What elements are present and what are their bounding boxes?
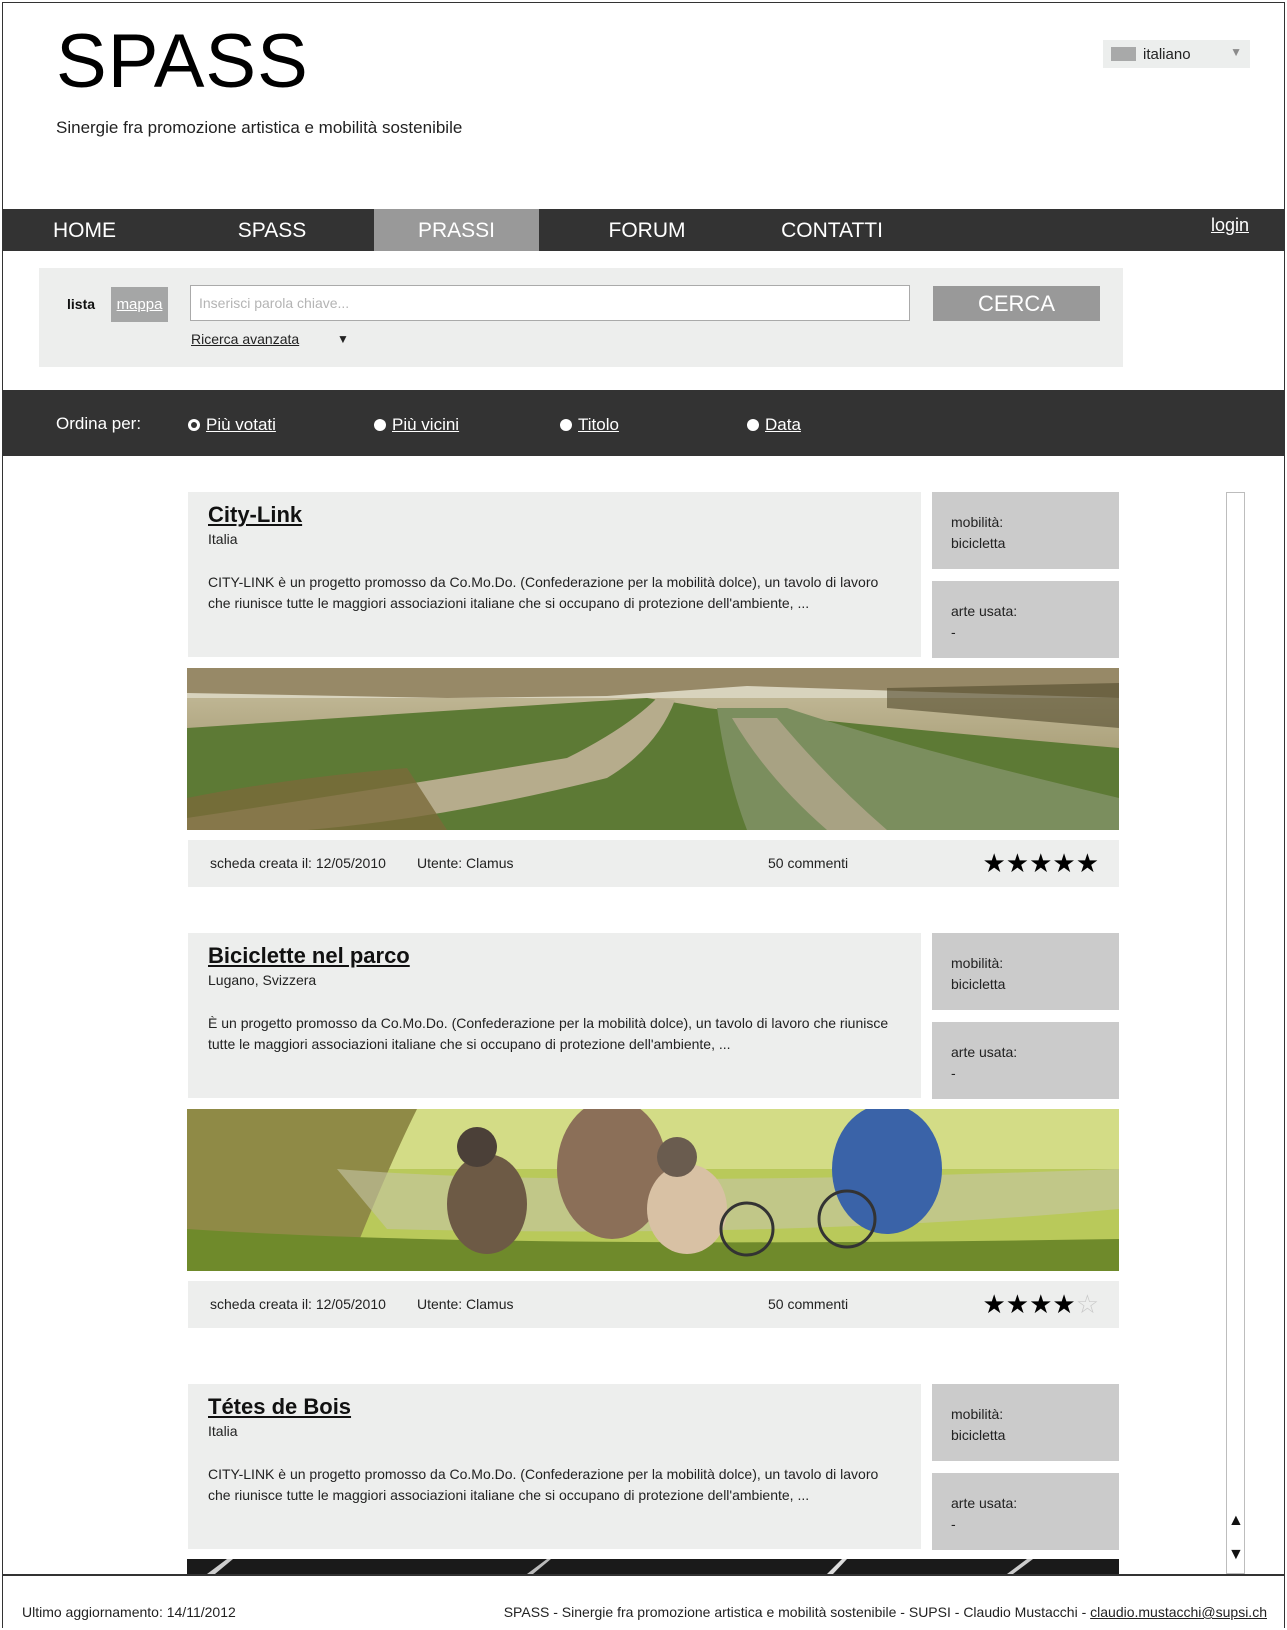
rating-stars[interactable]: ★★★★☆ bbox=[982, 1289, 1099, 1320]
art-value: - bbox=[951, 1065, 956, 1081]
nav-home[interactable]: HOME bbox=[2, 209, 167, 251]
nav-prassi[interactable]: PRASSI bbox=[374, 209, 539, 251]
sort-title[interactable]: Titolo bbox=[560, 415, 619, 435]
listing-description: È un progetto promosso da Co.Mo.Do. (Con… bbox=[208, 1015, 889, 1052]
nav-contatti[interactable]: CONTATTI bbox=[747, 209, 917, 251]
footer-credits: SPASS - Sinergie fra promozione artistic… bbox=[503, 1604, 1267, 1620]
listing-image[interactable] bbox=[187, 1109, 1119, 1271]
tab-lista[interactable]: lista bbox=[67, 296, 95, 312]
art-box: arte usata: - bbox=[932, 1022, 1119, 1099]
mobility-box: mobilità: bicicletta bbox=[932, 933, 1119, 1010]
nav-spass[interactable]: SPASS bbox=[182, 209, 362, 251]
listing-location: Italia bbox=[208, 1423, 238, 1439]
triangle-down-icon[interactable]: ▼ bbox=[337, 332, 349, 346]
sort-nearest[interactable]: Più vicini bbox=[374, 415, 459, 435]
radio-icon[interactable] bbox=[374, 419, 386, 431]
mobility-value: bicicletta bbox=[951, 976, 1006, 992]
radio-icon[interactable] bbox=[560, 419, 572, 431]
bw-image-strip bbox=[187, 1559, 1119, 1574]
listing-comments-link[interactable]: 50 commenti bbox=[768, 855, 848, 871]
language-select[interactable]: italiano ▼ bbox=[1103, 40, 1250, 68]
main-nav: HOME SPASS PRASSI FORUM CONTATTI login bbox=[2, 209, 1285, 251]
listing-description: CITY-LINK è un progetto promosso da Co.M… bbox=[208, 574, 879, 611]
scrollbar[interactable] bbox=[1226, 492, 1245, 1574]
nav-forum[interactable]: FORUM bbox=[557, 209, 737, 251]
listing-created-date: scheda creata il: 12/05/2010 bbox=[210, 855, 386, 871]
listing-card: City-Link Italia CITY-LINK è un progetto… bbox=[188, 492, 921, 657]
star-filled-icon[interactable]: ★ bbox=[1006, 848, 1029, 878]
listing-image[interactable] bbox=[187, 1559, 1119, 1574]
art-box: arte usata: - bbox=[932, 1473, 1119, 1550]
art-label: arte usata: bbox=[951, 1495, 1018, 1511]
art-value: - bbox=[951, 624, 956, 640]
tab-mappa[interactable]: mappa bbox=[111, 287, 168, 322]
search-panel: lista mappa CERCA Ricerca avanzata ▼ bbox=[39, 268, 1123, 367]
search-input[interactable] bbox=[190, 285, 910, 321]
sort-date[interactable]: Data bbox=[747, 415, 801, 435]
listing-card: Tétes de Bois Italia CITY-LINK è un prog… bbox=[188, 1384, 921, 1549]
listing-meta: scheda creata il: 12/05/2010 Utente: Cla… bbox=[188, 1281, 1119, 1328]
mobility-label: mobilità: bbox=[951, 514, 1004, 530]
star-empty-icon[interactable]: ☆ bbox=[1076, 1289, 1099, 1319]
site-logo[interactable]: SPASS bbox=[56, 24, 309, 100]
mobility-box: mobilità: bicicletta bbox=[932, 1384, 1119, 1461]
flag-icon bbox=[1111, 47, 1136, 61]
family-cycling-image bbox=[187, 1109, 1119, 1271]
login-link[interactable]: login bbox=[1211, 215, 1249, 236]
advanced-search-link[interactable]: Ricerca avanzata bbox=[191, 331, 299, 347]
listing-card: Biciclette nel parco Lugano, Svizzera È … bbox=[188, 933, 921, 1098]
listing-meta: scheda creata il: 12/05/2010 Utente: Cla… bbox=[188, 840, 1119, 887]
footer-last-updated: Ultimo aggiornamento: 14/11/2012 bbox=[22, 1604, 236, 1620]
listing-image[interactable] bbox=[187, 668, 1119, 830]
site-tagline: Sinergie fra promozione artistica e mobi… bbox=[56, 118, 463, 137]
radio-icon[interactable] bbox=[747, 419, 759, 431]
footer-divider bbox=[2, 1574, 1285, 1576]
chevron-down-icon: ▼ bbox=[1230, 45, 1242, 59]
art-label: arte usata: bbox=[951, 1044, 1018, 1060]
mobility-label: mobilità: bbox=[951, 955, 1004, 971]
listing-comments-link[interactable]: 50 commenti bbox=[768, 1296, 848, 1312]
language-label: italiano bbox=[1143, 46, 1191, 63]
star-filled-icon[interactable]: ★ bbox=[1076, 848, 1099, 878]
listing-title[interactable]: City-Link bbox=[208, 502, 302, 528]
sort-bar: Ordina per: Più votati Più vicini Titolo… bbox=[2, 390, 1285, 456]
mobility-value: bicicletta bbox=[951, 1427, 1006, 1443]
footer-email-link[interactable]: claudio.mustacchi@supsi.ch bbox=[1090, 1604, 1267, 1620]
listing-location: Lugano, Svizzera bbox=[208, 972, 317, 988]
star-filled-icon[interactable]: ★ bbox=[1052, 848, 1075, 878]
star-filled-icon[interactable]: ★ bbox=[982, 848, 1005, 878]
star-filled-icon[interactable]: ★ bbox=[1029, 1289, 1052, 1319]
mobility-label: mobilità: bbox=[951, 1406, 1004, 1422]
sort-most-voted[interactable]: Più votati bbox=[188, 415, 276, 435]
listing-created-date: scheda creata il: 12/05/2010 bbox=[210, 1296, 386, 1312]
listing-description: CITY-LINK è un progetto promosso da Co.M… bbox=[208, 1466, 879, 1503]
star-filled-icon[interactable]: ★ bbox=[1052, 1289, 1075, 1319]
star-filled-icon[interactable]: ★ bbox=[1029, 848, 1052, 878]
sort-label: Ordina per: bbox=[56, 414, 142, 433]
art-box: arte usata: - bbox=[932, 581, 1119, 658]
star-filled-icon[interactable]: ★ bbox=[982, 1289, 1005, 1319]
listing-location: Italia bbox=[208, 531, 238, 547]
mobility-box: mobilità: bicicletta bbox=[932, 492, 1119, 569]
star-filled-icon[interactable]: ★ bbox=[1006, 1289, 1029, 1319]
canal-path-image bbox=[187, 668, 1119, 830]
mobility-value: bicicletta bbox=[951, 535, 1006, 551]
art-label: arte usata: bbox=[951, 603, 1018, 619]
rating-stars[interactable]: ★★★★★ bbox=[982, 848, 1099, 879]
listing-user: Utente: Clamus bbox=[417, 1296, 514, 1312]
scroll-down-icon[interactable]: ▼ bbox=[1228, 1546, 1244, 1564]
listing-user: Utente: Clamus bbox=[417, 855, 514, 871]
radio-checked-icon[interactable] bbox=[188, 419, 200, 431]
scroll-up-icon[interactable]: ▲ bbox=[1228, 1512, 1244, 1530]
listing-title[interactable]: Tétes de Bois bbox=[208, 1394, 351, 1420]
search-button[interactable]: CERCA bbox=[933, 286, 1100, 321]
art-value: - bbox=[951, 1516, 956, 1532]
listing-title[interactable]: Biciclette nel parco bbox=[208, 943, 410, 969]
